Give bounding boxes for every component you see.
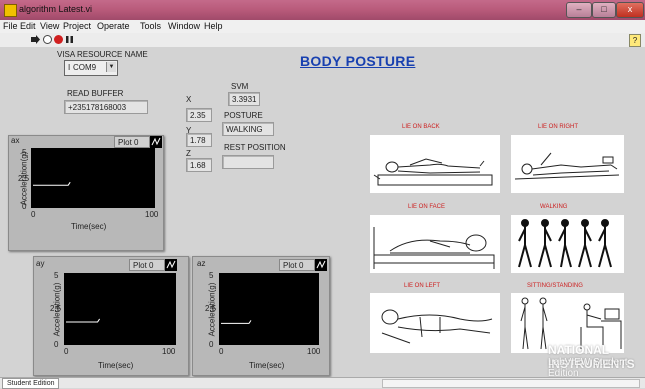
toolbar — [0, 33, 645, 48]
plot-legend[interactable]: Plot 0 — [114, 136, 150, 148]
read-buffer-indicator: +235178168003 — [64, 100, 148, 114]
y-tick-label: 5 — [209, 271, 214, 280]
x-tick-label: 0 — [31, 210, 36, 219]
plot-trace — [33, 181, 71, 186]
caption-lie-on-face: LIE ON FACE — [408, 204, 446, 210]
x-tick-label: 100 — [145, 210, 159, 219]
x-axis-label: Time(sec) — [71, 222, 107, 231]
menu-window[interactable]: Window — [168, 21, 200, 31]
menu-bar: File Edit View Project Operate Tools Win… — [0, 20, 645, 33]
status-bar: Student Edition — [0, 377, 645, 389]
rest-position-indicator — [222, 155, 274, 169]
caption-lie-on-right: LIE ON RIGHT — [538, 124, 579, 130]
y-indicator: 1.78 — [186, 133, 212, 147]
menu-edit[interactable]: Edit — [20, 21, 36, 31]
plot-trace — [66, 318, 101, 323]
image-lie-on-face — [370, 215, 500, 273]
menu-file[interactable]: File — [3, 21, 18, 31]
graph-ax[interactable]: ax Plot 0 5 2.5 0 Acceleration(g) 0 100 … — [8, 135, 164, 251]
plot-area — [64, 273, 176, 345]
svm-indicator: 3.3931 — [228, 92, 260, 106]
watermark-line-2: LabVIEW Student Edition — [548, 357, 628, 379]
z-indicator: 1.68 — [186, 158, 212, 172]
pause-icon[interactable] — [65, 35, 74, 44]
run-arrow-icon[interactable] — [31, 35, 40, 44]
y-axis-label: Acceleration(g) — [52, 282, 62, 337]
image-lie-on-left — [370, 293, 500, 353]
x-tick-label: 0 — [219, 347, 224, 356]
run-continuously-icon[interactable] — [43, 35, 52, 44]
close-button[interactable]: x — [616, 2, 644, 18]
caption-lie-on-back: LIE ON BACK — [402, 124, 440, 130]
visa-value: COM9 — [73, 63, 97, 72]
menu-help[interactable]: Help — [204, 21, 223, 31]
maximize-button[interactable]: □ — [592, 2, 616, 18]
trace-svg — [66, 318, 101, 323]
front-panel: BODY POSTURE VISA RESOURCE NAME I COM9 ▼… — [0, 47, 645, 379]
y-tick-label: 5 — [54, 271, 59, 280]
graph-ax-name: ax — [11, 136, 20, 145]
menu-tools[interactable]: Tools — [140, 21, 161, 31]
chevron-down-icon[interactable]: ▼ — [106, 62, 116, 72]
plot-area — [219, 273, 319, 345]
graph-az-name: az — [197, 259, 206, 268]
window-title: algorithm Latest.vi — [19, 4, 93, 14]
z-label: Z — [186, 149, 191, 158]
student-edition-tab[interactable]: Student Edition — [2, 378, 60, 389]
y-tick-label: 0 — [209, 340, 214, 349]
rest-position-label: REST POSITION — [224, 143, 286, 152]
plot-area — [31, 148, 155, 208]
y-axis-label: Acceleration(g) — [19, 151, 29, 206]
svm-label: SVM — [231, 82, 249, 91]
graph-az[interactable]: az Plot 0 5 2.5 0 Acceleration(g) 0 100 … — [192, 256, 330, 376]
window-titlebar: algorithm Latest.vi – □ x — [0, 0, 645, 20]
graph-ay-name: ay — [36, 259, 45, 268]
x-axis-label: Time(sec) — [249, 361, 285, 370]
minimize-button[interactable]: – — [566, 2, 592, 18]
menu-project[interactable]: Project — [63, 21, 91, 31]
x-axis-label: Time(sec) — [98, 361, 134, 370]
plot-legend[interactable]: Plot 0 — [279, 259, 315, 271]
posture-indicator: WALKING — [222, 122, 274, 136]
visa-resource-select[interactable]: I COM9 ▼ — [64, 60, 118, 76]
trace-svg — [221, 320, 252, 324]
x-indicator: 2.35 — [186, 108, 212, 122]
visa-resource-label: VISA RESOURCE NAME — [57, 50, 148, 59]
y-axis-label: Acceleration(g) — [207, 282, 217, 337]
x-label: X — [186, 95, 192, 104]
plot-style-icon[interactable] — [315, 259, 327, 271]
plot-style-icon[interactable] — [165, 259, 177, 271]
posture-label: POSTURE — [224, 111, 263, 120]
page-title: BODY POSTURE — [300, 53, 416, 69]
abort-icon[interactable] — [54, 35, 63, 44]
menu-view[interactable]: View — [40, 21, 59, 31]
plot-legend[interactable]: Plot 0 — [129, 259, 165, 271]
image-lie-on-back — [370, 135, 500, 193]
labview-app-icon — [4, 4, 17, 17]
x-tick-label: 0 — [64, 347, 69, 356]
caption-lie-on-left: LIE ON LEFT — [404, 283, 441, 289]
x-tick-label: 100 — [162, 347, 176, 356]
caption-sitting-standing: SITTING/STANDING — [527, 283, 583, 289]
image-lie-on-right — [511, 135, 624, 193]
plot-style-icon[interactable] — [150, 136, 162, 148]
x-tick-label: 100 — [307, 347, 321, 356]
read-buffer-label: READ BUFFER — [67, 89, 124, 98]
visa-prefix: I — [68, 63, 71, 72]
plot-trace — [221, 320, 252, 324]
context-help-button[interactable]: ? — [629, 34, 641, 47]
menu-operate[interactable]: Operate — [97, 21, 130, 31]
caption-walking: WALKING — [540, 204, 568, 210]
image-walking — [511, 215, 624, 273]
y-tick-label: 0 — [54, 340, 59, 349]
trace-svg — [33, 181, 71, 186]
graph-ay[interactable]: ay Plot 0 5 2.5 0 Acceleration(g) 0 100 … — [33, 256, 189, 376]
